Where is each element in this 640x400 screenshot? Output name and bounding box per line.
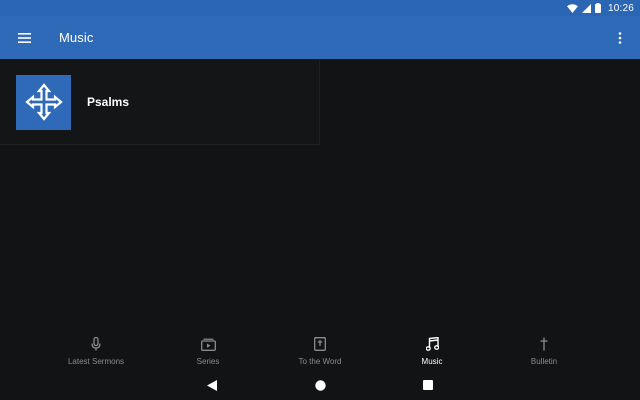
back-button[interactable]: [158, 370, 266, 400]
nav-item-to-the-word[interactable]: To the Word: [264, 330, 376, 370]
recents-button[interactable]: [374, 370, 482, 400]
microphone-icon: [91, 337, 101, 351]
system-navigation-bar: [0, 370, 640, 400]
series-play-icon: [200, 338, 216, 351]
nav-item-bulletin[interactable]: Bulletin: [488, 330, 600, 370]
cross-icon: [540, 337, 548, 351]
nav-label: Bulletin: [530, 357, 558, 366]
status-bar: 10:26: [0, 0, 640, 16]
recents-icon: [423, 380, 433, 390]
card-thumbnail: [16, 74, 71, 130]
app-bar: Music: [0, 16, 640, 59]
home-icon: [314, 379, 326, 391]
back-icon: [207, 379, 217, 391]
nav-item-series[interactable]: Series: [152, 330, 264, 370]
hamburger-menu-icon: [17, 32, 31, 43]
nav-label: To the Word: [298, 357, 342, 366]
music-note-icon: [425, 337, 439, 351]
list-item[interactable]: Psalms: [0, 60, 320, 145]
bible-icon: [314, 337, 326, 351]
cross-arrows-icon: [24, 83, 63, 121]
nav-item-latest-sermons[interactable]: Latest Sermons: [40, 330, 152, 370]
more-vert-icon: [618, 31, 622, 44]
wifi-icon: [566, 3, 578, 13]
nav-label: Series: [196, 357, 220, 366]
overflow-menu-button[interactable]: [608, 16, 632, 59]
status-time: 10:26: [607, 2, 634, 14]
home-button[interactable]: [266, 370, 374, 400]
battery-icon: [594, 3, 601, 13]
list-item-title: Psalms: [87, 95, 130, 109]
page-title: Music: [59, 30, 94, 45]
nav-item-music[interactable]: Music: [376, 330, 488, 370]
hamburger-menu-button[interactable]: [0, 16, 48, 59]
nav-label: Latest Sermons: [67, 357, 125, 366]
nav-label: Music: [421, 357, 443, 366]
signal-icon: [581, 3, 591, 13]
bottom-navigation: Latest Sermons Series To the Word Music …: [0, 330, 640, 370]
